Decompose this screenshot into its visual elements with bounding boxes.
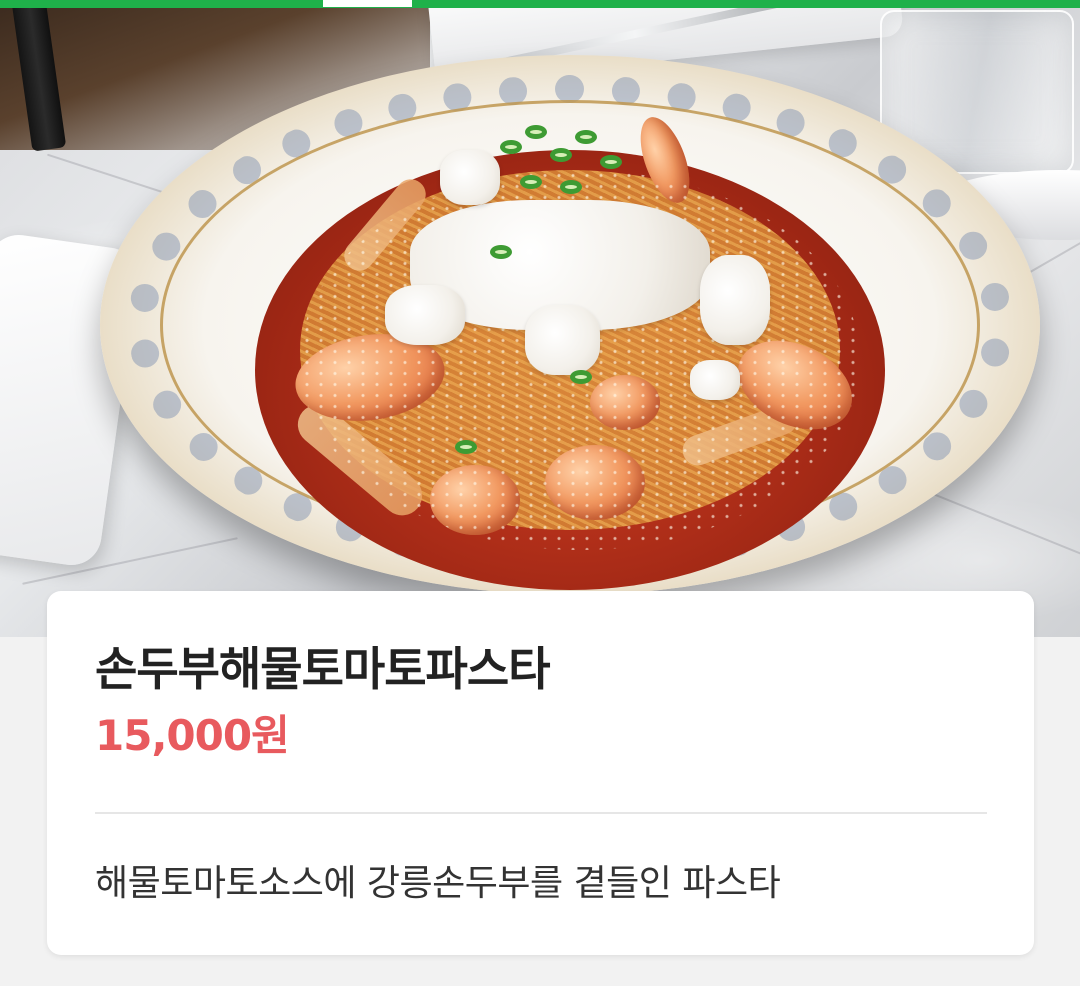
crumbled-tofu [440, 150, 500, 205]
crumbled-tofu [385, 285, 465, 345]
scallion [575, 130, 597, 144]
divider [95, 812, 987, 814]
crumbled-tofu [525, 305, 600, 375]
page-indicator-bar [0, 0, 1080, 8]
menu-item-price: 15,000원 [95, 711, 290, 760]
crumbled-tofu [690, 360, 740, 400]
page-indicator-active-segment [323, 0, 412, 7]
crumbled-tofu [700, 255, 770, 345]
menu-detail-screen: 손두부해물토마토파스타 15,000원 해물토마토소스에 강릉손두부를 곁들인 … [0, 0, 1080, 986]
scallion [570, 370, 592, 384]
scallion [525, 125, 547, 139]
scallion [550, 148, 572, 162]
scallion [520, 175, 542, 189]
menu-item-name: 손두부해물토마토파스타 [95, 642, 551, 696]
menu-item-description: 해물토마토소스에 강릉손두부를 곁들인 파스타 [95, 863, 781, 904]
scallion [560, 180, 582, 194]
menu-item-card: 손두부해물토마토파스타 15,000원 해물토마토소스에 강릉손두부를 곁들인 … [47, 591, 1034, 955]
scallion [490, 245, 512, 259]
scallion [600, 155, 622, 169]
scallion [500, 140, 522, 154]
menu-item-photo [0, 0, 1080, 637]
scallion [455, 440, 477, 454]
